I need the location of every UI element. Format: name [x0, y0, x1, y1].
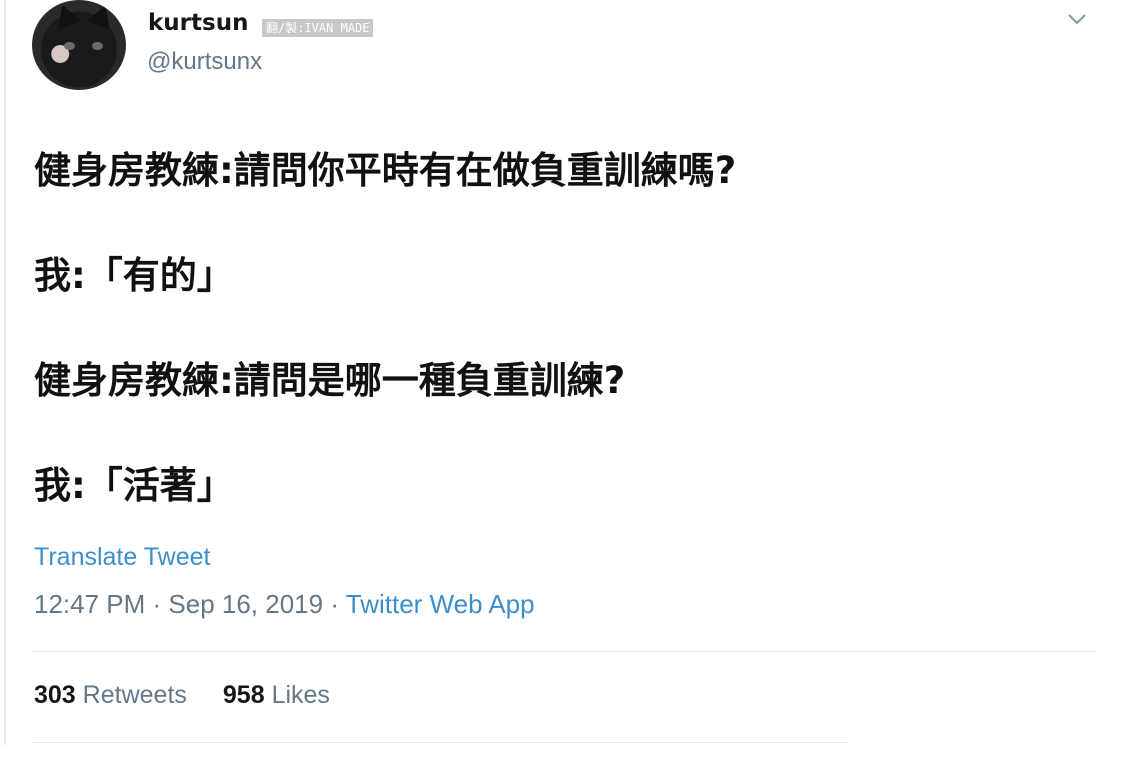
- user-handle[interactable]: @kurtsunx: [147, 48, 262, 76]
- divider: [31, 651, 1097, 652]
- likes-count: 958: [222, 681, 265, 709]
- tweet-text-line-4: 我:「活著」: [34, 464, 234, 507]
- engagement-stats: 303 Retweets 958 Likes: [34, 681, 330, 710]
- retweets-stat[interactable]: 303 Retweets: [34, 681, 187, 710]
- avatar-eye-right: [92, 42, 103, 50]
- avatar-ear-left: [50, 0, 82, 30]
- tweet-text-line-2: 我:「有的」: [34, 254, 234, 297]
- tweet-date[interactable]: Sep 16, 2019: [168, 589, 323, 619]
- source-app-link[interactable]: Twitter Web App: [346, 589, 535, 619]
- tweet-text-line-3: 健身房教練:請問是哪一種負重訓練?: [34, 359, 626, 402]
- translate-tweet-link[interactable]: Translate Tweet: [34, 543, 210, 572]
- meta-separator: ·: [145, 589, 169, 619]
- left-border: [4, 0, 6, 745]
- divider: [31, 742, 849, 743]
- tweet-time[interactable]: 12:47 PM: [34, 589, 145, 619]
- avatar-ear-right: [86, 0, 118, 30]
- retweets-count: 303: [34, 681, 76, 709]
- chevron-down-icon[interactable]: [1066, 10, 1088, 28]
- watermark-label: 翻/製:IVAN MADE: [262, 19, 374, 37]
- display-name[interactable]: kurtsun: [148, 10, 248, 36]
- meta-separator: ·: [323, 589, 346, 619]
- avatar[interactable]: [32, 0, 126, 90]
- avatar-eye-left: [64, 42, 75, 50]
- retweets-label: Retweets: [82, 681, 187, 709]
- likes-label: Likes: [271, 681, 330, 709]
- tweet-text-line-1: 健身房教練:請問你平時有在做負重訓練嗎?: [34, 149, 737, 192]
- tweet-metadata: 12:47 PM · Sep 16, 2019 · Twitter Web Ap…: [34, 589, 535, 620]
- likes-stat[interactable]: 958 Likes: [223, 681, 330, 710]
